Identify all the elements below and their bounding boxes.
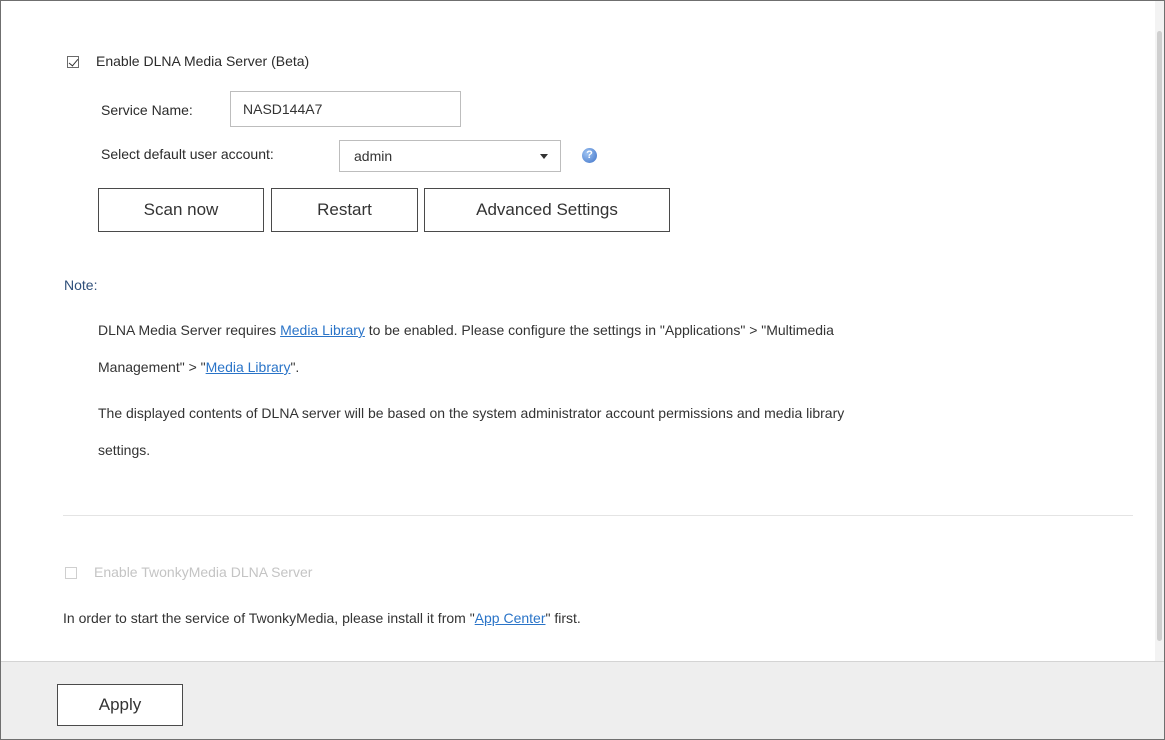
restart-button[interactable]: Restart	[271, 188, 418, 232]
dlna-settings-panel: Enable DLNA Media Server (Beta) Service …	[0, 0, 1165, 740]
note-line-4: settings.	[98, 442, 151, 458]
twonky-info-text-b: " first.	[545, 610, 581, 626]
vertical-scrollbar[interactable]	[1155, 1, 1164, 661]
advanced-settings-button[interactable]: Advanced Settings	[424, 188, 670, 232]
service-name-label: Service Name:	[101, 102, 193, 118]
apply-button[interactable]: Apply	[57, 684, 183, 726]
note-line-1-text-b: to be enabled. Please configure the sett…	[364, 322, 834, 338]
settings-content: Enable DLNA Media Server (Beta) Service …	[1, 1, 1155, 661]
note-line-2-text-a: Management" > "	[98, 359, 206, 375]
section-divider	[63, 515, 1133, 516]
note-line-2: Management" > "Media Library".	[98, 359, 299, 375]
twonky-info-text-a: In order to start the service of TwonkyM…	[63, 610, 475, 626]
note-title: Note:	[64, 277, 98, 293]
app-center-link[interactable]: App Center	[475, 610, 546, 626]
note-line-3: The displayed contents of DLNA server wi…	[98, 405, 845, 421]
service-name-input[interactable]: NASD144A7	[230, 91, 461, 127]
chevron-down-icon	[540, 154, 548, 159]
enable-twonky-checkbox	[65, 567, 77, 579]
scan-now-button[interactable]: Scan now	[98, 188, 264, 232]
enable-dlna-label: Enable DLNA Media Server (Beta)	[96, 53, 310, 69]
enable-dlna-checkbox[interactable]	[67, 56, 79, 68]
footer-bar: Apply	[1, 661, 1164, 739]
user-account-label: Select default user account:	[101, 146, 274, 162]
note-line-1: DLNA Media Server requires Media Library…	[98, 322, 834, 338]
note-line-1-text-a: DLNA Media Server requires	[98, 322, 281, 338]
scrollbar-thumb[interactable]	[1157, 31, 1162, 641]
help-icon[interactable]: ?	[582, 148, 597, 163]
user-account-select[interactable]: admin	[339, 140, 561, 172]
user-account-value: admin	[354, 148, 393, 164]
enable-twonky-label: Enable TwonkyMedia DLNA Server	[94, 564, 313, 580]
twonky-info: In order to start the service of TwonkyM…	[63, 610, 581, 626]
media-library-link-1[interactable]: Media Library	[280, 322, 365, 338]
note-line-2-text-b: ".	[290, 359, 300, 375]
media-library-link-2[interactable]: Media Library	[206, 359, 291, 375]
